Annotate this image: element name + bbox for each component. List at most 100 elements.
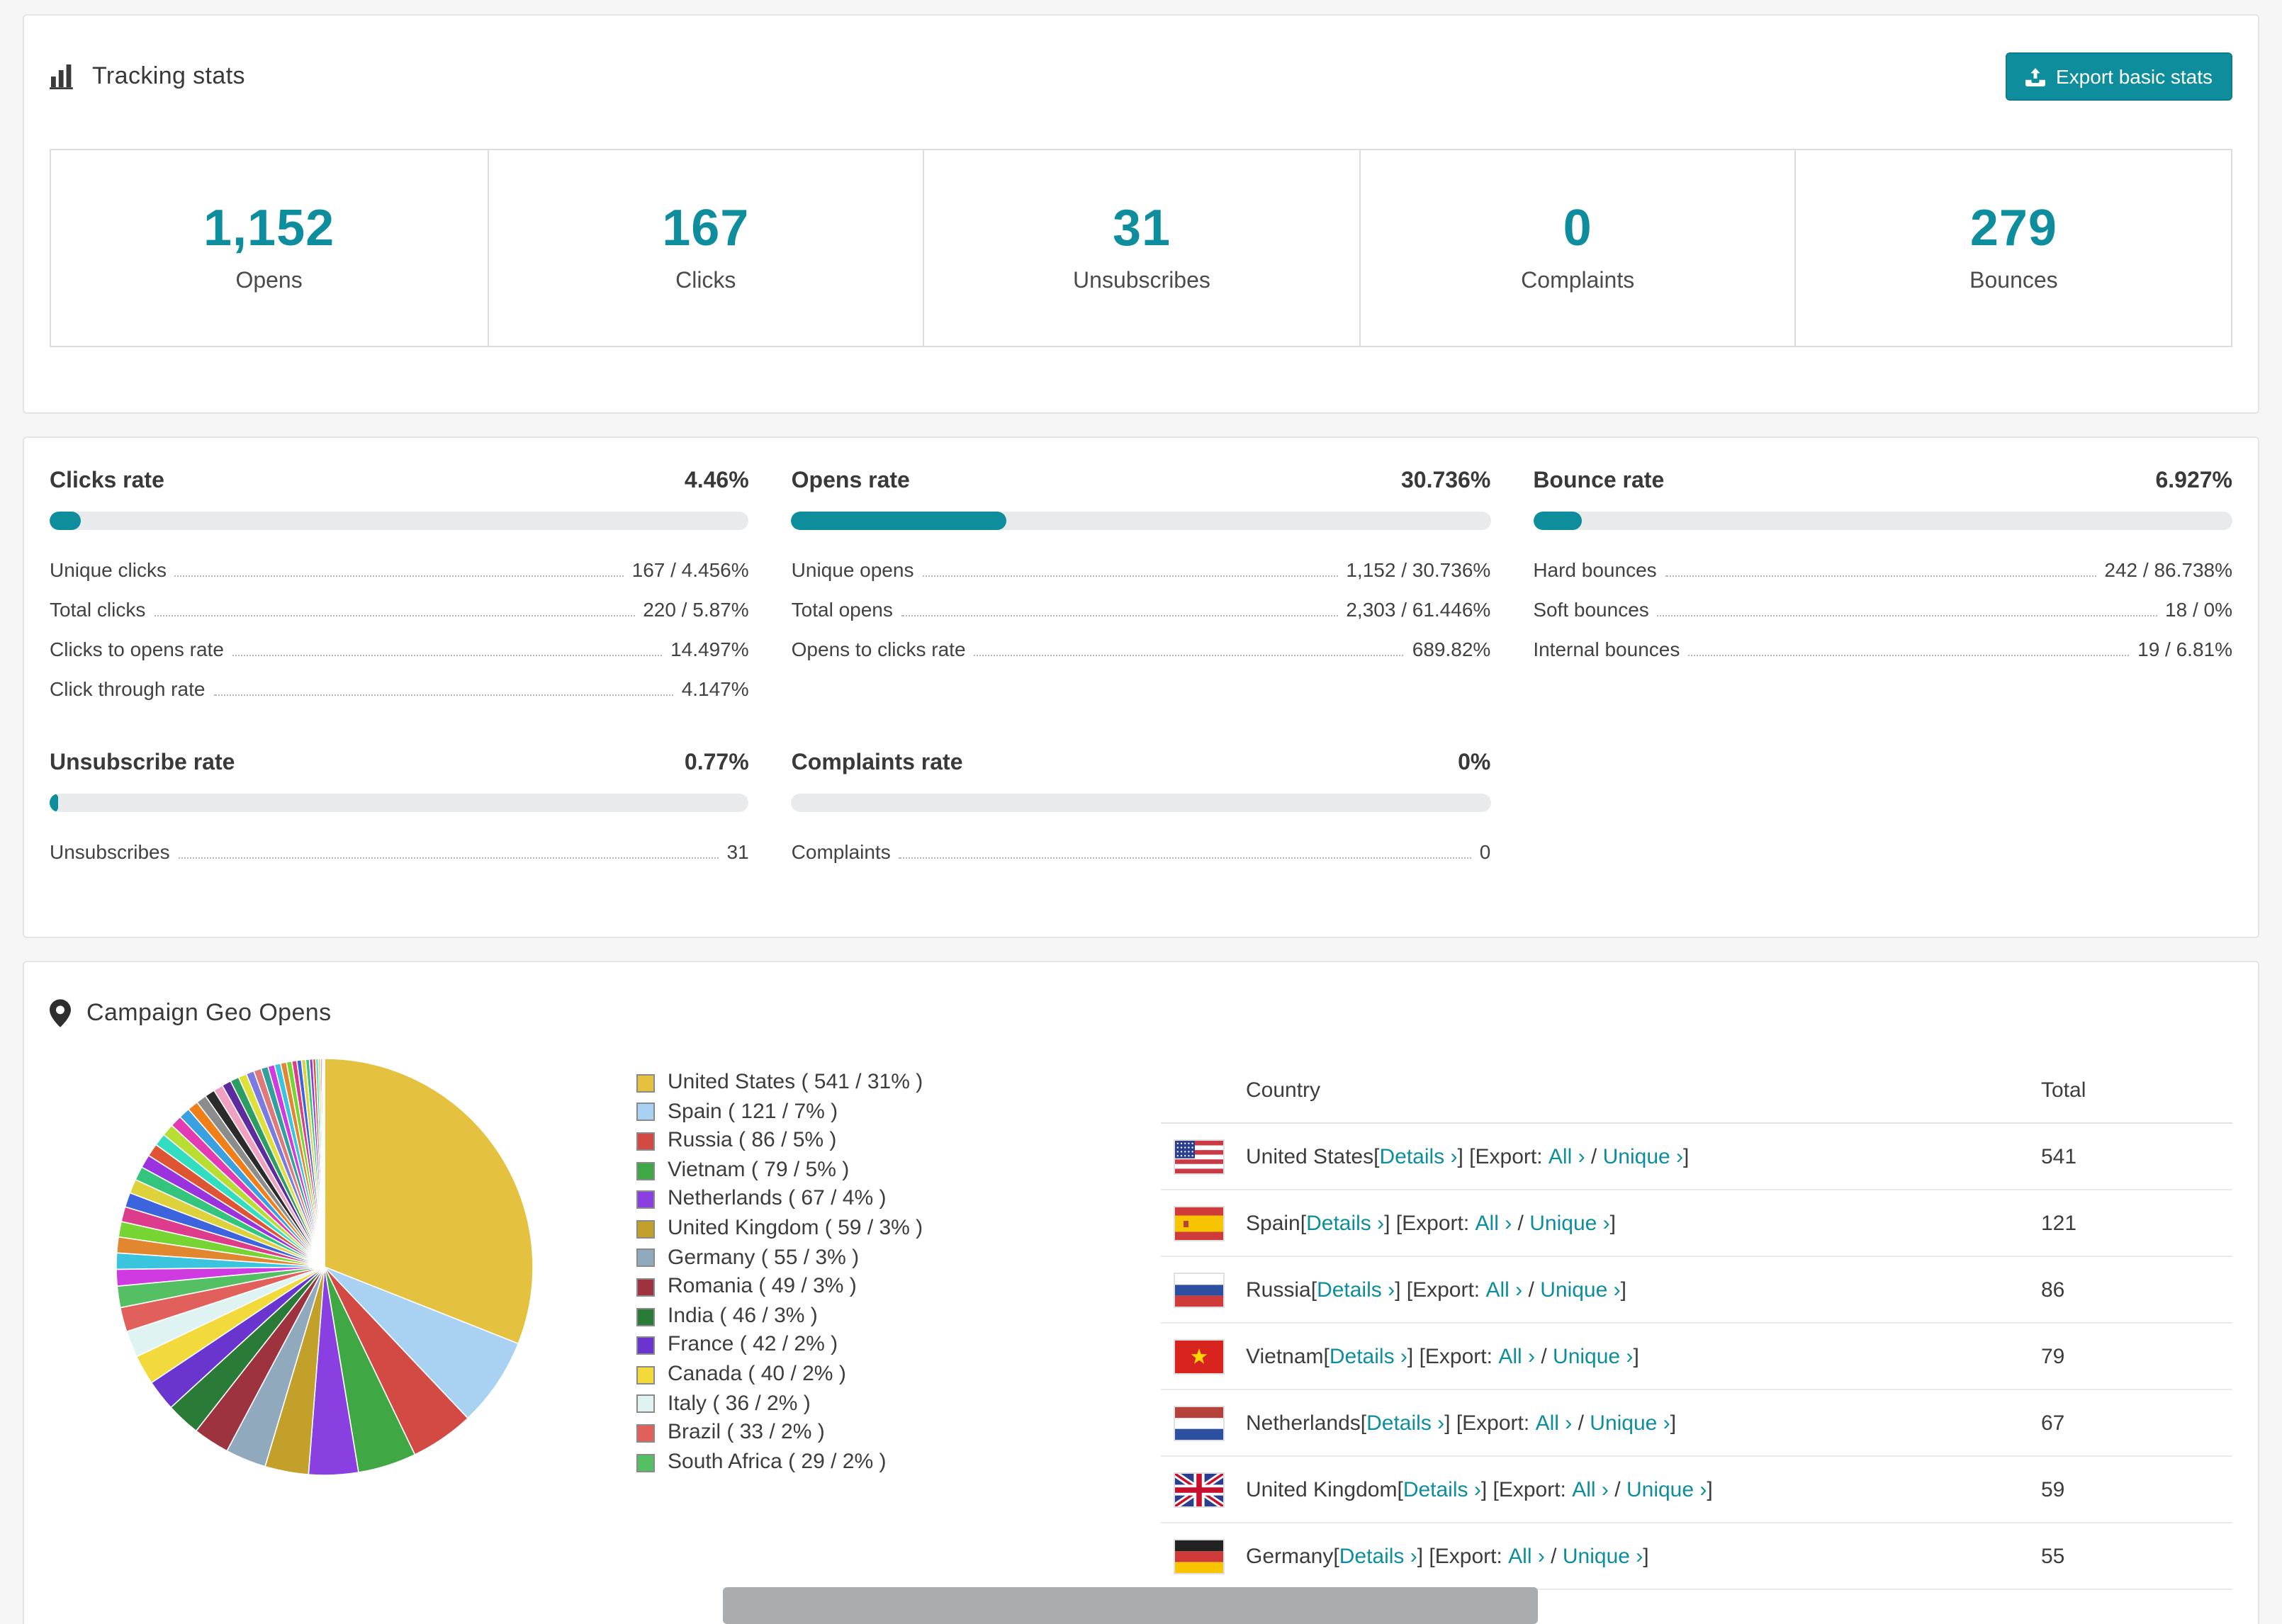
geo-opens-card: Campaign Geo Opens United States ( 541 /… [23, 961, 2259, 1624]
details-link[interactable]: Details › [1403, 1477, 1481, 1501]
rate-title: Complaints rate [791, 751, 963, 775]
flag-icon-us [1174, 1139, 1225, 1174]
legend-label: Canada ( 40 / 2% ) [668, 1361, 846, 1386]
separator-text: / [1585, 1144, 1603, 1168]
dotted-leader [922, 575, 1338, 576]
dotted-leader [213, 694, 673, 695]
rate-row: Opens to clicks rate 689.82% [792, 629, 1491, 669]
country-cell: Vietnam [Details ›] [Export: All › / Uni… [1161, 1338, 2041, 1374]
rate-row: Complaints 0 [792, 832, 1491, 872]
country-name: Spain [1246, 1211, 1300, 1235]
rate-row: Unique clicks 167 / 4.456% [50, 550, 749, 590]
rate-title: Clicks rate [50, 469, 164, 493]
bracket-text: ] [1609, 1211, 1616, 1235]
rate-rows: Unsubscribes 31 [50, 832, 749, 872]
export-all-link[interactable]: All › [1572, 1477, 1609, 1501]
country-name: Vietnam [1246, 1344, 1324, 1368]
dotted-leader [1665, 575, 2096, 576]
export-unique-link[interactable]: Unique › [1529, 1211, 1609, 1235]
export-all-link[interactable]: All › [1498, 1344, 1535, 1368]
export-all-link[interactable]: All › [1536, 1411, 1573, 1435]
export-all-link[interactable]: All › [1486, 1278, 1523, 1302]
export-all-link[interactable]: All › [1476, 1211, 1512, 1235]
table-row-spain: Spain [Details ›] [Export: All › / Uniqu… [1161, 1190, 2232, 1257]
flag-icon-es [1174, 1205, 1225, 1241]
progress-track [50, 794, 749, 812]
export-unique-link[interactable]: Unique › [1603, 1144, 1683, 1168]
legend-label: Spain ( 121 / 7% ) [668, 1099, 838, 1124]
export-unique-link[interactable]: Unique › [1590, 1411, 1670, 1435]
rate-head: Unsubscribe rate 0.77% [50, 745, 749, 782]
table-row-russia: Russia [Details ›] [Export: All › / Uniq… [1161, 1257, 2232, 1324]
legend-item-italy: Italy ( 36 / 2% ) [636, 1389, 923, 1419]
legend-label: Germany ( 55 / 3% ) [668, 1245, 860, 1270]
details-link[interactable]: Details › [1339, 1544, 1417, 1568]
rate-row-value: 19 / 6.81% [2137, 638, 2232, 660]
geo-pie-chart [112, 1054, 537, 1479]
legend-item-netherlands: Netherlands ( 67 / 4% ) [636, 1185, 923, 1214]
legend-item-russia: Russia ( 86 / 5% ) [636, 1127, 923, 1156]
details-link[interactable]: Details › [1366, 1411, 1444, 1435]
rate-title: Unsubscribe rate [50, 751, 235, 775]
legend-item-canada: Canada ( 40 / 2% ) [636, 1360, 923, 1389]
pie-slice[interactable] [323, 1058, 325, 1268]
legend-item-south-africa: South Africa ( 29 / 2% ) [636, 1448, 923, 1477]
rate-percent: 6.927% [2155, 469, 2232, 493]
export-prefix-text: ] [Export: [1457, 1144, 1548, 1168]
country-cell: Germany [Details ›] [Export: All › / Uni… [1161, 1538, 2041, 1574]
bracket-text: [ [1333, 1544, 1339, 1568]
progress-track [791, 512, 1491, 530]
rate-row: Click through rate 4.147% [50, 669, 749, 709]
rate-row-label: Click through rate [50, 677, 206, 700]
legend-swatch [636, 1248, 655, 1268]
export-basic-stats-button[interactable]: Export basic stats [2005, 52, 2232, 101]
separator-text: / [1522, 1278, 1541, 1302]
country-name: Germany [1246, 1544, 1334, 1568]
dotted-leader [899, 857, 1471, 858]
legend-item-romania: Romania ( 49 / 3% ) [636, 1273, 923, 1302]
country-name: Netherlands [1246, 1411, 1361, 1435]
export-prefix-text: ] [Export: [1480, 1477, 1573, 1501]
horizontal-scrollbar[interactable] [723, 1587, 1538, 1624]
geo-body: United States ( 541 / 31% ) Spain ( 121 /… [24, 1047, 2258, 1590]
rate-head: Complaints rate 0% [792, 745, 1491, 782]
details-link[interactable]: Details › [1330, 1344, 1407, 1368]
pie-legend: United States ( 541 / 31% ) Spain ( 121 /… [636, 1068, 923, 1477]
export-unique-link[interactable]: Unique › [1553, 1344, 1633, 1368]
legend-item-vietnam: Vietnam ( 79 / 5% ) [636, 1156, 923, 1185]
stats-summary: 1,152 Opens 167 Clicks 31 Unsubscribes 0 Compla… [50, 149, 2232, 347]
rates-grid: Clicks rate 4.46% Unique clicks 167 / 4.456… [50, 463, 2232, 872]
progress-fill [50, 794, 59, 812]
legend-swatch [636, 1103, 655, 1122]
stat-opens: 1,152 Opens [51, 150, 487, 346]
bracket-text: [ [1360, 1411, 1367, 1435]
rate-row-label: Opens to clicks rate [791, 638, 966, 660]
country-total: 121 [2041, 1211, 2077, 1235]
stat-unsubscribes: 31 Unsubscribes [923, 150, 1359, 346]
export-unique-link[interactable]: Unique › [1563, 1544, 1643, 1568]
export-unique-link[interactable]: Unique › [1540, 1278, 1620, 1302]
table-body: United States [Details ›] [Export: All ›… [1161, 1124, 2232, 1590]
rate-row-value: 4.147% [681, 677, 749, 700]
country-cell: United States [Details ›] [Export: All ›… [1161, 1139, 2041, 1174]
map-pin-icon [50, 999, 71, 1027]
legend-label: France ( 42 / 2% ) [668, 1332, 838, 1357]
rate-row-value: 689.82% [1412, 638, 1491, 660]
rate-row-value: 14.497% [670, 638, 749, 660]
legend-label: United Kingdom ( 59 / 3% ) [668, 1215, 923, 1240]
details-link[interactable]: Details › [1317, 1278, 1395, 1302]
stat-value: 0 [1563, 198, 1592, 256]
details-link[interactable]: Details › [1306, 1211, 1384, 1235]
export-all-link[interactable]: All › [1548, 1144, 1585, 1168]
table-row-united-kingdom: United Kingdom [Details ›] [Export: All … [1161, 1457, 2232, 1523]
rate-row-label: Total clicks [50, 598, 146, 621]
stat-value: 279 [1969, 198, 2057, 256]
export-prefix-text: ] [Export: [1395, 1278, 1486, 1302]
rate-percent: 0.77% [684, 751, 749, 775]
separator-text: / [1544, 1544, 1563, 1568]
rate-row-label: Hard bounces [1533, 558, 1657, 581]
details-link[interactable]: Details › [1379, 1144, 1457, 1168]
export-all-link[interactable]: All › [1508, 1544, 1545, 1568]
country-total: 59 [2041, 1477, 2065, 1501]
export-unique-link[interactable]: Unique › [1626, 1477, 1707, 1501]
